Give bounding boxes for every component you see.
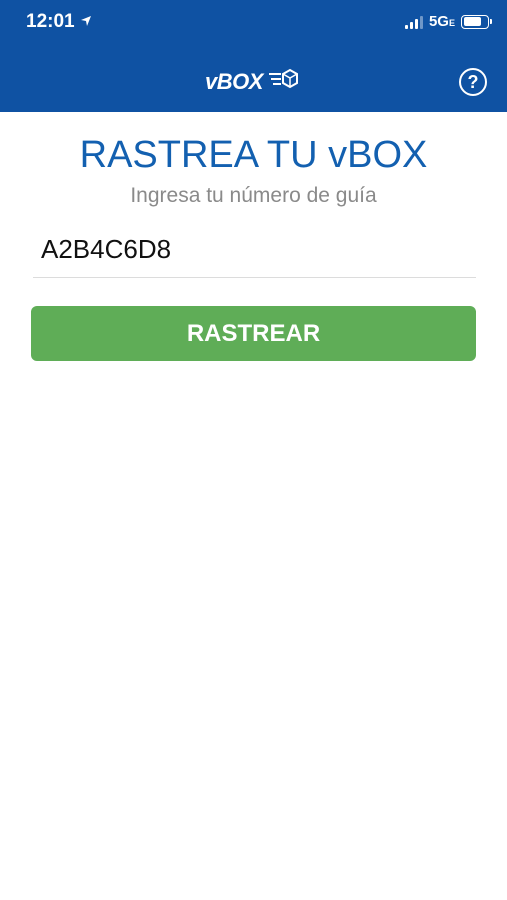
status-bar: 12:01 5GE [0, 0, 507, 46]
time-text: 12:01 [26, 11, 75, 32]
help-icon: ? [467, 71, 479, 92]
signal-icon [404, 15, 423, 29]
app-logo: vBOX [205, 68, 299, 95]
status-indicators: 5GE [404, 13, 492, 30]
track-button[interactable]: RASTREAR [31, 306, 476, 361]
app-header: 12:01 5GE vBOX ? [0, 0, 507, 112]
help-button[interactable]: ? [459, 68, 487, 96]
page-title: RASTREA TU vBOX [79, 134, 428, 176]
page-subtitle: Ingresa tu número de guía [130, 184, 377, 207]
logo-text: vBOX [205, 68, 263, 94]
network-type: 5GE [428, 13, 455, 30]
vbox-logo-icon [267, 68, 299, 95]
tracking-number-input[interactable] [33, 222, 476, 278]
location-arrow-icon [80, 11, 92, 33]
status-time: 12:01 [26, 11, 92, 33]
battery-icon [461, 14, 492, 29]
